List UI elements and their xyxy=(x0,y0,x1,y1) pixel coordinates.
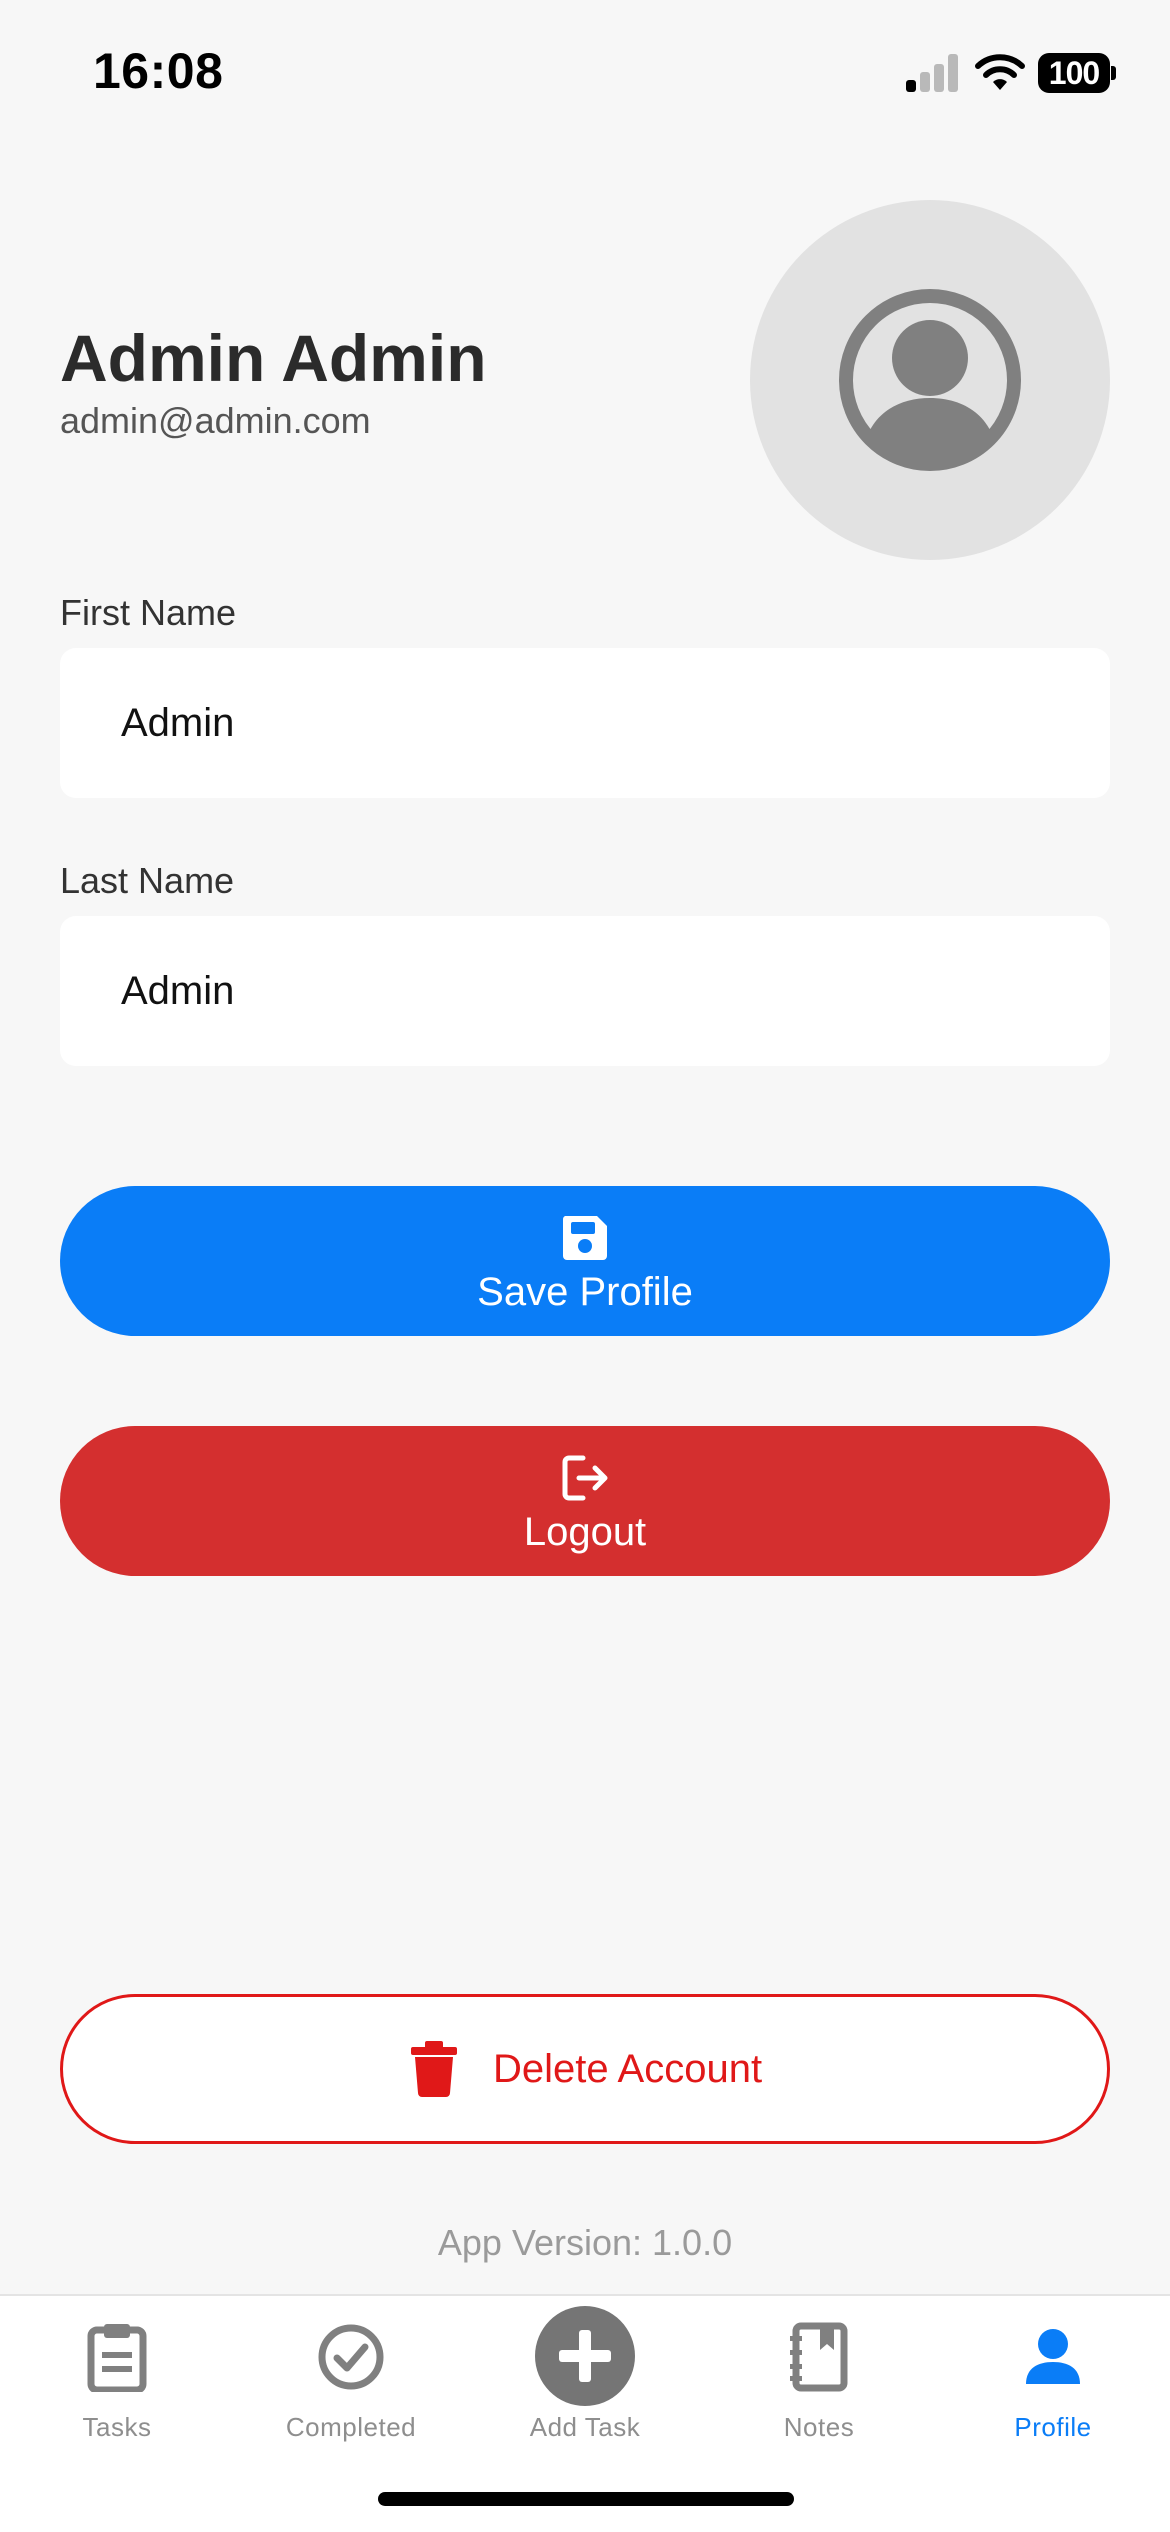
floppy-disk-icon xyxy=(562,1216,607,1260)
cellular-signal-icon xyxy=(906,54,958,92)
avatar[interactable] xyxy=(750,200,1110,560)
trash-icon xyxy=(411,2041,457,2097)
save-profile-button[interactable]: Save Profile xyxy=(60,1186,1110,1336)
last-name-label: Last Name xyxy=(60,860,235,901)
home-indicator[interactable] xyxy=(378,2492,794,2506)
battery-icon: 100 xyxy=(1038,53,1116,93)
wifi-icon xyxy=(975,54,1025,90)
app-version: App Version: 1.0.0 xyxy=(437,2222,733,2263)
plus-circle-icon xyxy=(535,2306,635,2406)
sign-out-icon xyxy=(562,1455,608,1501)
check-circle-icon xyxy=(318,2324,384,2390)
user-email: admin@admin.com xyxy=(60,400,371,441)
battery-level: 100 xyxy=(1038,53,1110,93)
status-bar: 16:08 100 xyxy=(0,0,1170,150)
tab-tasks-label: Tasks xyxy=(82,2412,152,2442)
tab-add-task-label: Add Task xyxy=(529,2412,641,2442)
notebook-icon xyxy=(790,2322,848,2392)
delete-account-button[interactable]: Delete Account xyxy=(60,1994,1110,2144)
logout-button[interactable]: Logout xyxy=(60,1426,1110,1576)
profile-screen: 16:08 100 Admin Admin admin@admin.com Fi… xyxy=(0,0,1170,2532)
user-name: Admin Admin xyxy=(60,321,487,395)
tab-notes[interactable]: Notes xyxy=(702,2296,936,2456)
tab-profile-label: Profile xyxy=(1014,2412,1092,2442)
tab-add-task[interactable]: Add Task xyxy=(468,2296,702,2456)
delete-account-label: Delete Account xyxy=(493,2047,763,2091)
tab-tasks[interactable]: Tasks xyxy=(0,2296,234,2456)
status-time: 16:08 xyxy=(93,43,224,99)
tab-profile[interactable]: Profile xyxy=(936,2296,1170,2456)
last-name-field[interactable] xyxy=(60,916,1110,1066)
tab-completed[interactable]: Completed xyxy=(234,2296,468,2456)
person-icon xyxy=(1026,2329,1080,2384)
tab-completed-label: Completed xyxy=(285,2412,417,2442)
user-circle-icon xyxy=(839,289,1021,471)
save-profile-label: Save Profile xyxy=(477,1270,693,1314)
clipboard-icon xyxy=(87,2324,147,2392)
first-name-label: First Name xyxy=(60,592,237,633)
first-name-field[interactable] xyxy=(60,648,1110,798)
logout-label: Logout xyxy=(523,1510,647,1554)
tab-notes-label: Notes xyxy=(783,2412,855,2442)
